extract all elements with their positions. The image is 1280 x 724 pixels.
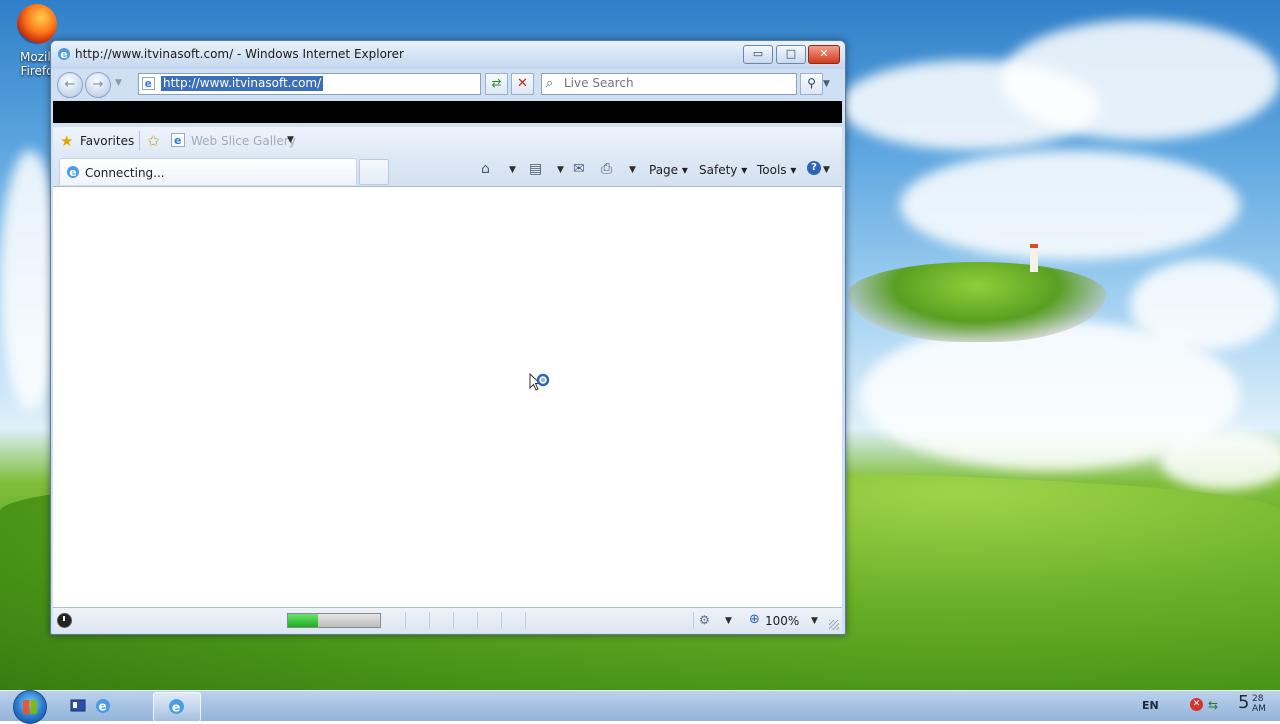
tray-alert-icon[interactable]: ✕ <box>1190 698 1203 711</box>
status-divider <box>477 612 478 629</box>
status-divider <box>453 612 454 629</box>
favorites-bar: ★ Favorites ✩ e Web Slice Gallery ▼ <box>53 127 842 155</box>
start-button[interactable] <box>13 690 47 724</box>
black-toolbar-band <box>53 101 842 123</box>
svg-text:e: e <box>174 134 181 147</box>
ie-window: e http://www.itvinasoft.com/ - Windows I… <box>50 40 846 635</box>
taskbar: e e EN ✕ ⇆ 5 28 AM <box>0 690 1280 724</box>
search-box[interactable]: ⌕ <box>541 73 797 95</box>
clock-detail[interactable]: 28 AM <box>1252 694 1266 714</box>
safety-menu[interactable]: Safety ▾ <box>699 163 747 177</box>
add-favorites-icon[interactable]: ✩ <box>147 132 160 150</box>
feeds-icon[interactable]: ▤ <box>529 161 542 177</box>
status-divider <box>405 612 406 629</box>
chevron-down-icon[interactable]: ▼ <box>287 135 294 145</box>
resize-grip[interactable] <box>829 620 839 630</box>
page-ie-icon: e <box>142 77 155 90</box>
chevron-down-icon[interactable]: ▼ <box>725 616 732 626</box>
home-icon[interactable]: ⌂ <box>481 161 490 177</box>
tab-connecting[interactable]: e Connecting... <box>59 158 357 185</box>
clock-icon <box>57 613 72 628</box>
ie-quicklaunch-icon[interactable]: e <box>95 698 111 714</box>
recent-pages-dropdown[interactable]: ▼ <box>115 78 122 88</box>
firefox-icon <box>17 4 57 44</box>
clock-hour[interactable]: 5 <box>1238 692 1249 713</box>
svg-text:e: e <box>69 166 76 179</box>
refresh-button[interactable]: ⇄ <box>485 73 508 95</box>
taskbar-ie-window[interactable]: e <box>153 692 201 722</box>
tab-row: e Connecting... ⌂ ▼ ▤ ▼ ✉ ⎙ ▼ Page ▾ Saf… <box>53 155 842 186</box>
progress-fill <box>288 614 319 627</box>
clock-minute: 28 <box>1252 694 1264 704</box>
progress-bar <box>287 613 381 628</box>
search-options-dropdown[interactable]: ▼ <box>823 79 830 89</box>
search-icon: ⌕ <box>546 76 554 91</box>
chevron-down-icon[interactable]: ▼ <box>629 165 636 175</box>
show-desktop-icon[interactable] <box>70 698 86 714</box>
ie-icon: e <box>169 699 184 715</box>
magnifier-icon: ⚲ <box>807 76 816 90</box>
web-slice-gallery-link[interactable]: Web Slice Gallery <box>191 134 296 148</box>
address-bar[interactable]: e http://www.itvinasoft.com/ <box>138 73 481 95</box>
print-icon[interactable]: ⎙ <box>601 161 612 177</box>
svg-text:e: e <box>172 700 181 715</box>
cloud <box>1000 20 1280 140</box>
chevron-down-icon[interactable]: ▼ <box>509 165 516 175</box>
network-icon[interactable]: ⇆ <box>1208 698 1218 712</box>
chevron-down-icon[interactable]: ▼ <box>811 616 818 626</box>
chevron-down-icon[interactable]: ▼ <box>823 165 830 175</box>
ie-icon: e <box>58 48 70 61</box>
refresh-icon: ⇄ <box>491 76 502 90</box>
busy-cursor-icon <box>529 373 550 391</box>
zoom-icon[interactable]: ⊕ <box>749 612 760 627</box>
status-divider <box>693 612 694 629</box>
favorites-button[interactable]: Favorites <box>80 134 134 148</box>
stop-button[interactable]: ✕ <box>511 73 534 95</box>
protected-mode-icon[interactable]: ⚙ <box>699 613 710 627</box>
lighthouse <box>1030 244 1038 272</box>
status-divider <box>429 612 430 629</box>
page-menu-label: Page <box>649 163 679 177</box>
back-arrow-icon: ← <box>64 77 76 92</box>
tools-menu-label: Tools <box>757 163 787 177</box>
help-icon[interactable]: ? <box>807 161 821 175</box>
web-slice-ie-icon: e <box>171 133 185 147</box>
forward-button[interactable]: → <box>85 72 111 98</box>
back-button[interactable]: ← <box>57 72 83 98</box>
page-content[interactable] <box>53 186 842 608</box>
cloud <box>1130 260 1280 350</box>
clock-ampm: AM <box>1252 704 1266 714</box>
navigation-bar: ← → ▼ e http://www.itvinasoft.com/ ⇄ ✕ ⌕… <box>51 69 845 99</box>
tools-menu[interactable]: Tools ▾ <box>757 163 796 177</box>
safety-menu-label: Safety <box>699 163 738 177</box>
cloud <box>900 150 1240 260</box>
forward-arrow-icon: → <box>92 77 104 92</box>
cloud <box>1160 430 1280 490</box>
title-bar[interactable]: e http://www.itvinasoft.com/ - Windows I… <box>51 41 845 69</box>
maximize-button[interactable]: □ <box>776 45 806 64</box>
tab-label: Connecting... <box>85 166 165 180</box>
svg-text:e: e <box>145 79 152 90</box>
status-bar: ⚙ ▼ ⊕ 100% ▼ <box>53 607 842 633</box>
separator <box>139 131 140 151</box>
address-input[interactable]: http://www.itvinasoft.com/ <box>161 76 324 91</box>
chevron-down-icon[interactable]: ▼ <box>557 165 564 175</box>
svg-text:e: e <box>99 700 107 714</box>
close-button[interactable]: ✕ <box>808 45 840 64</box>
stop-icon: ✕ <box>517 76 528 91</box>
favorites-star-icon[interactable]: ★ <box>60 132 73 150</box>
mail-icon[interactable]: ✉ <box>573 161 585 177</box>
language-indicator[interactable]: EN <box>1142 699 1159 712</box>
minimize-button[interactable]: ▭ <box>743 45 773 64</box>
status-divider <box>525 612 526 629</box>
window-title: http://www.itvinasoft.com/ - Windows Int… <box>75 47 404 61</box>
status-divider <box>501 612 502 629</box>
svg-text:e: e <box>60 48 67 61</box>
zoom-level[interactable]: 100% <box>765 614 799 628</box>
ie-icon: e <box>67 166 79 179</box>
search-input[interactable] <box>564 76 792 90</box>
new-tab-button[interactable] <box>359 159 389 185</box>
page-menu[interactable]: Page ▾ <box>649 163 688 177</box>
search-button[interactable]: ⚲ <box>800 73 823 95</box>
